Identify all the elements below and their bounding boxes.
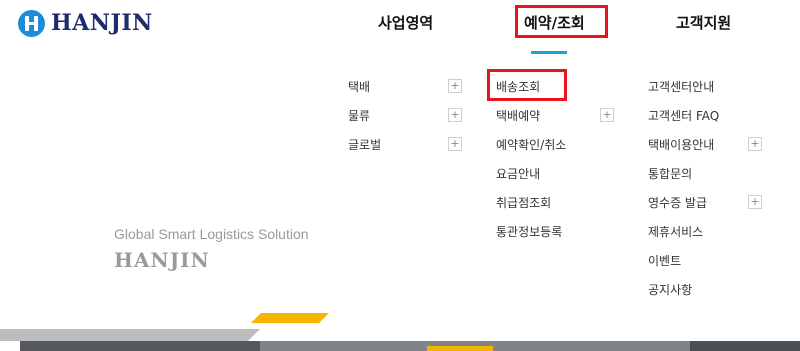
expand-plus-icon[interactable]: + — [600, 108, 614, 122]
hero-image-strip-right — [690, 341, 800, 351]
submenu-item-label: 공지사항 — [648, 283, 693, 297]
submenu-item-label: 예약확인/취소 — [496, 138, 567, 152]
submenu-item-inquiry[interactable]: 통합문의 — [648, 163, 762, 192]
submenu-item-customs-registration[interactable]: 통관정보등록 — [496, 221, 614, 250]
submenu-item-label: 이벤트 — [648, 254, 682, 268]
submenu-reservation: 배송조회 택배예약 + 예약확인/취소 요금안내 취급점조회 통관정보등록 — [496, 76, 614, 250]
hanjin-h-circle-icon — [18, 9, 45, 37]
decorative-gray-stripe — [0, 329, 260, 341]
hero-brand-text: HANJIN — [114, 248, 210, 272]
submenu-item-label: 통합문의 — [648, 167, 693, 181]
active-menu-underline — [531, 51, 567, 54]
submenu-item-events[interactable]: 이벤트 — [648, 250, 762, 279]
submenu-item-label: 영수증 발급 — [648, 196, 708, 210]
hero-image-yellow-accent — [427, 346, 493, 351]
highlight-box-delivery-tracking — [487, 69, 567, 101]
submenu-item-notices[interactable]: 공지사항 — [648, 279, 762, 308]
submenu-item-label: 글로벌 — [348, 138, 382, 152]
gnb-support[interactable]: 고객지원 — [676, 12, 731, 33]
submenu-item-label: 제휴서비스 — [648, 225, 704, 239]
submenu-item-label: 요금안내 — [496, 167, 541, 181]
submenu-item-label: 고객센터안내 — [648, 80, 715, 94]
submenu-item-label: 고객센터 FAQ — [648, 109, 720, 123]
expand-plus-icon[interactable]: + — [748, 137, 762, 151]
decorative-yellow-stripe — [251, 313, 329, 323]
hero-image-strip-left — [20, 341, 260, 351]
submenu-item-label: 물류 — [348, 109, 371, 123]
hero-tagline: Global Smart Logistics Solution — [114, 226, 309, 242]
submenu-support: 고객센터안내 고객센터 FAQ 택배이용안내 + 통합문의 영수증 발급 + 제… — [648, 76, 762, 308]
highlight-box-reservation — [515, 5, 608, 38]
submenu-item-rates[interactable]: 요금안내 — [496, 163, 614, 192]
submenu-item-service-center[interactable]: 고객센터안내 — [648, 76, 762, 105]
expand-plus-icon[interactable]: + — [448, 137, 462, 151]
submenu-item-agent-search[interactable]: 취급점조회 — [496, 192, 614, 221]
hanjin-logo[interactable]: HANJIN — [18, 8, 153, 38]
submenu-business: 택배 + 물류 + 글로벌 + — [348, 76, 462, 163]
submenu-item-usage-guide[interactable]: 택배이용안내 + — [648, 134, 762, 163]
expand-plus-icon[interactable]: + — [448, 79, 462, 93]
submenu-item-label: 택배 — [348, 80, 371, 94]
submenu-item-label: 택배예약 — [496, 109, 541, 123]
submenu-item-receipt[interactable]: 영수증 발급 + — [648, 192, 762, 221]
submenu-item-label: 택배이용안내 — [648, 138, 715, 152]
expand-plus-icon[interactable]: + — [748, 195, 762, 209]
submenu-item-booking-confirm[interactable]: 예약확인/취소 — [496, 134, 614, 163]
logo-text: HANJIN — [51, 10, 153, 36]
submenu-item-partner-services[interactable]: 제휴서비스 — [648, 221, 762, 250]
submenu-item-label: 취급점조회 — [496, 196, 552, 210]
submenu-item-faq[interactable]: 고객센터 FAQ — [648, 105, 762, 134]
submenu-item-parcel[interactable]: 택배 + — [348, 76, 462, 105]
submenu-item-parcel-booking[interactable]: 택배예약 + — [496, 105, 614, 134]
submenu-item-label: 통관정보등록 — [496, 225, 563, 239]
submenu-item-logistics[interactable]: 물류 + — [348, 105, 462, 134]
expand-plus-icon[interactable]: + — [448, 108, 462, 122]
gnb-business[interactable]: 사업영역 — [378, 12, 433, 33]
submenu-item-global[interactable]: 글로벌 + — [348, 134, 462, 163]
